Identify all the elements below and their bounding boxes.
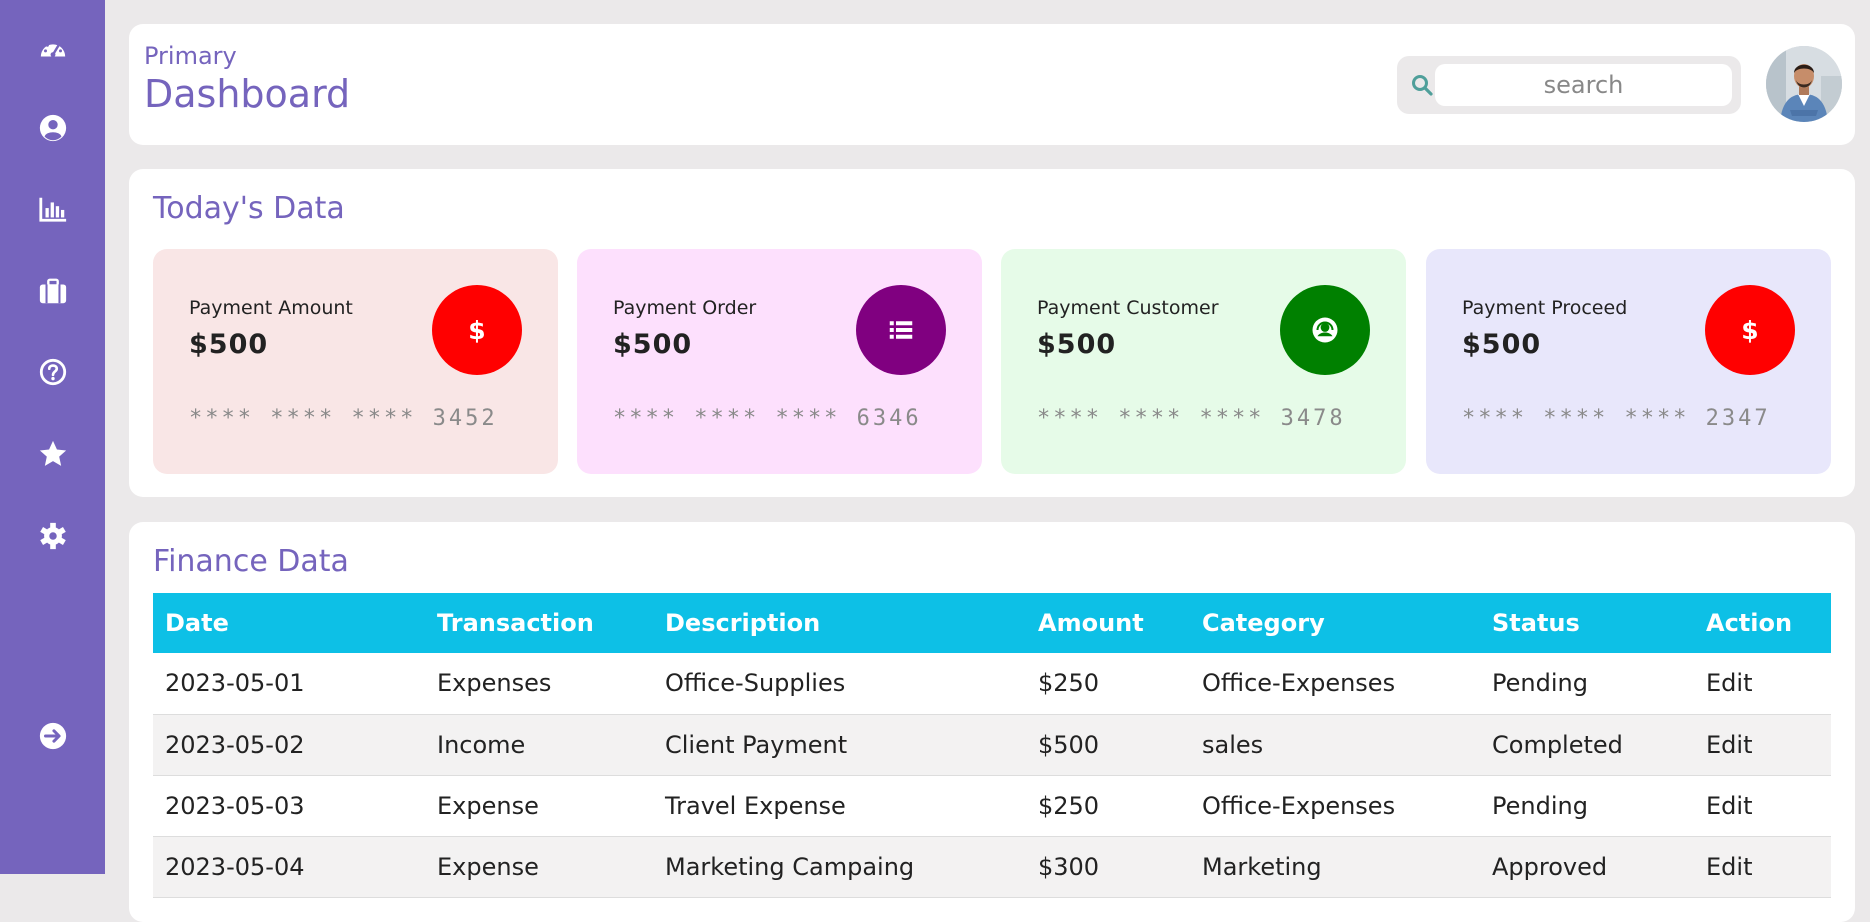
card-amount: $500 (189, 329, 269, 360)
cell-description: Travel Expense (653, 775, 1026, 837)
cell-amount: $500 (1026, 714, 1190, 776)
dollar-icon: $ (1705, 285, 1795, 375)
page-title: Dashboard (144, 72, 351, 116)
search-icon[interactable] (1410, 73, 1434, 97)
card-number: **** **** **** 3478 (1037, 406, 1346, 431)
cell-category: Office-Expenses (1190, 775, 1480, 837)
dashboard-gauge-icon[interactable] (37, 33, 69, 65)
card-label: Payment Proceed (1462, 297, 1628, 319)
column-header-category[interactable]: Category (1190, 593, 1480, 653)
cell-description: Office-Supplies (653, 653, 1026, 715)
gear-icon[interactable] (37, 520, 69, 552)
cell-date: 2023-05-02 (153, 714, 425, 776)
headset-icon (1280, 285, 1370, 375)
cell-category: sales (1190, 714, 1480, 776)
cell-amount: $300 (1026, 836, 1190, 898)
edit-action[interactable]: Edit (1694, 836, 1831, 898)
todays-data-title: Today's Data (153, 191, 345, 226)
cell-date: 2023-05-01 (153, 653, 425, 715)
card-label: Payment Customer (1037, 297, 1219, 319)
page-subtitle: Primary (144, 42, 237, 70)
cell-date: 2023-05-03 (153, 775, 425, 837)
column-header-status[interactable]: Status (1480, 593, 1694, 653)
svg-text:$: $ (1741, 316, 1758, 345)
search-box (1397, 56, 1741, 114)
card-amount: $500 (613, 329, 693, 360)
cell-category: Office-Expenses (1190, 653, 1480, 715)
bar-chart-icon[interactable] (37, 193, 69, 225)
todays-data-panel: Today's Data Payment Amount $500 **** **… (129, 169, 1855, 497)
cell-transaction: Expense (425, 775, 653, 837)
card-amount: $500 (1462, 329, 1542, 360)
table-row: 2023-05-02 Income Client Payment $500 sa… (153, 714, 1831, 776)
table-row: 2023-05-01 Expenses Office-Supplies $250… (153, 653, 1831, 715)
user-avatar[interactable] (1766, 46, 1842, 122)
edit-action[interactable]: Edit (1694, 653, 1831, 715)
edit-action[interactable]: Edit (1694, 714, 1831, 776)
cell-status: Approved (1480, 836, 1694, 898)
payment-proceed-card[interactable]: Payment Proceed $500 **** **** **** 2347… (1426, 249, 1831, 474)
column-header-date[interactable]: Date (153, 593, 425, 653)
payment-customer-card[interactable]: Payment Customer $500 **** **** **** 347… (1001, 249, 1406, 474)
finance-table: Date Transaction Description Amount Cate… (153, 593, 1831, 898)
cell-status: Pending (1480, 653, 1694, 715)
table-row: 2023-05-04 Expense Marketing Campaing $3… (153, 836, 1831, 898)
card-number: **** **** **** 2347 (1462, 406, 1771, 431)
column-header-description[interactable]: Description (653, 593, 1026, 653)
cell-amount: $250 (1026, 653, 1190, 715)
svg-text:$: $ (468, 316, 485, 345)
payment-order-card[interactable]: Payment Order $500 **** **** **** 6346 (577, 249, 982, 474)
search-input[interactable] (1435, 64, 1732, 106)
arrow-right-circle-icon[interactable] (37, 720, 69, 752)
cell-description: Marketing Campaing (653, 836, 1026, 898)
cell-status: Pending (1480, 775, 1694, 837)
column-header-amount[interactable]: Amount (1026, 593, 1190, 653)
sidebar (0, 0, 105, 874)
cell-transaction: Income (425, 714, 653, 776)
cell-amount: $250 (1026, 775, 1190, 837)
card-number: **** **** **** 6346 (613, 406, 922, 431)
table-header-row: Date Transaction Description Amount Cate… (153, 593, 1831, 653)
card-number: **** **** **** 3452 (189, 406, 498, 431)
star-icon[interactable] (37, 438, 69, 470)
header-bar: Primary Dashboard (129, 24, 1855, 145)
edit-action[interactable]: Edit (1694, 775, 1831, 837)
table-row: 2023-05-03 Expense Travel Expense $250 O… (153, 775, 1831, 837)
dollar-icon: $ (432, 285, 522, 375)
cell-description: Client Payment (653, 714, 1026, 776)
card-amount: $500 (1037, 329, 1117, 360)
column-header-action[interactable]: Action (1694, 593, 1831, 653)
finance-data-panel: Finance Data Date Transaction Descriptio… (129, 522, 1855, 922)
briefcase-icon[interactable] (37, 275, 69, 307)
user-circle-icon[interactable] (37, 112, 69, 144)
card-label: Payment Amount (189, 297, 353, 319)
finance-data-title: Finance Data (153, 544, 349, 579)
cell-date: 2023-05-04 (153, 836, 425, 898)
help-circle-icon[interactable] (37, 356, 69, 388)
list-icon (856, 285, 946, 375)
payment-amount-card[interactable]: Payment Amount $500 **** **** **** 3452 … (153, 249, 558, 474)
cell-category: Marketing (1190, 836, 1480, 898)
card-label: Payment Order (613, 297, 757, 319)
cell-transaction: Expense (425, 836, 653, 898)
cell-transaction: Expenses (425, 653, 653, 715)
column-header-transaction[interactable]: Transaction (425, 593, 653, 653)
cell-status: Completed (1480, 714, 1694, 776)
